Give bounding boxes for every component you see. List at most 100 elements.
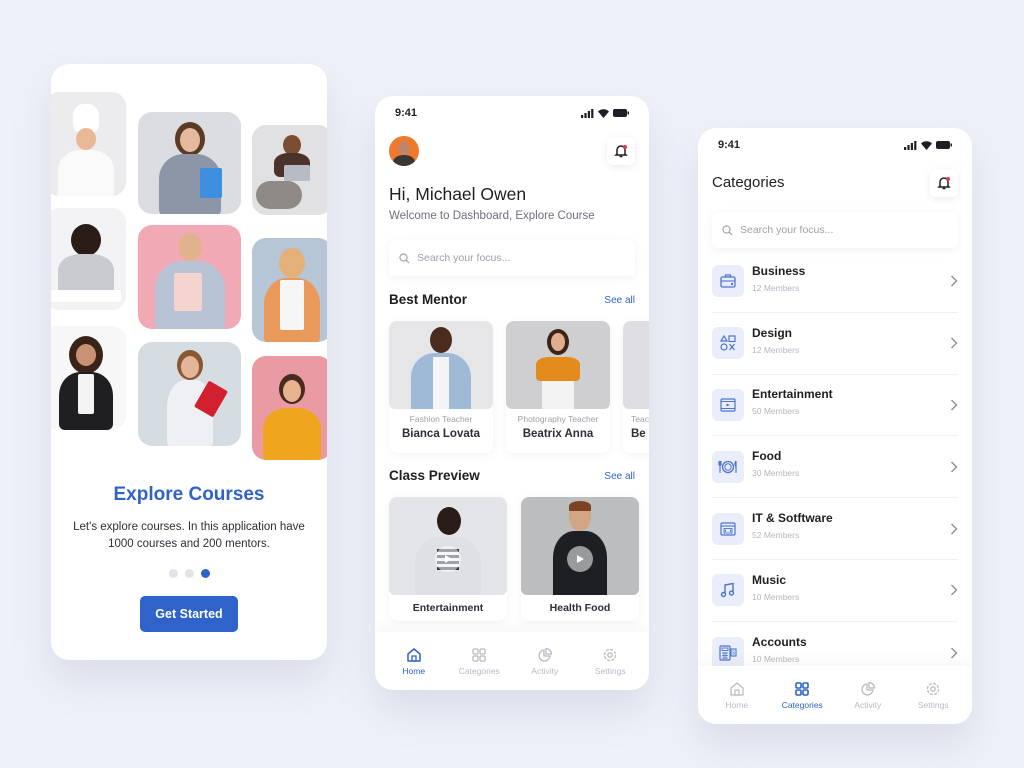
category-item-entertainment[interactable]: Entertainment 50 Members (712, 375, 958, 437)
svg-text:$: $ (732, 650, 735, 656)
search-icon (399, 252, 410, 263)
mentor-card[interactable]: Photography Teacher Beatrix Anna (506, 321, 610, 453)
home-icon (730, 681, 744, 696)
notification-button[interactable] (930, 169, 958, 197)
tab-categories[interactable]: Categories (772, 681, 832, 710)
pagination-dots (51, 569, 327, 578)
pie-chart-icon (538, 647, 552, 662)
bell-icon (614, 145, 628, 158)
play-button[interactable] (435, 546, 461, 572)
search-field[interactable] (389, 240, 635, 276)
tab-categories-label: Categories (458, 665, 500, 676)
signal-icon (581, 108, 594, 118)
mentor-name: Beatrix Anna (522, 428, 594, 440)
tab-settings[interactable]: Settings (903, 681, 963, 710)
photo-tile-woman-headphones (252, 356, 327, 460)
category-item-business[interactable]: Business 12 Members (712, 251, 958, 313)
category-item-food[interactable]: Food 30 Members (712, 436, 958, 499)
photo-tile-chef (51, 92, 126, 196)
tab-home-label: Home (402, 665, 426, 676)
category-member-count: 52 Members (752, 530, 800, 541)
class-card[interactable]: Entertainment (389, 497, 507, 621)
bottom-tab-bar: Home Categories Activity Settings (375, 632, 649, 690)
plate-cutlery-icon (712, 450, 744, 483)
tab-categories[interactable]: Categories (449, 647, 509, 676)
shapes-icon (712, 327, 744, 360)
photo-tile-woman-pink (138, 225, 241, 329)
notification-button[interactable] (607, 137, 635, 165)
code-window-icon (712, 512, 744, 545)
category-member-count: 12 Members (752, 344, 800, 355)
category-member-count: 12 Members (752, 282, 800, 293)
battery-icon (613, 109, 629, 117)
photo-tile-woman-red-folder (138, 342, 241, 446)
class-card[interactable]: Health Food (521, 497, 639, 621)
signal-icon (904, 140, 917, 150)
best-mentor-see-all-link[interactable]: See all (604, 295, 635, 306)
greeting-subtitle: Welcome to Dashboard, Explore Course (389, 210, 595, 222)
mentor-name: Be (631, 428, 646, 440)
bell-icon (937, 177, 951, 190)
bottom-tab-bar: Home Categories Activity Settings (698, 666, 972, 724)
category-member-count: 10 Members (752, 591, 800, 602)
photo-tile-woman-phone (252, 238, 327, 342)
class-label: Health Food (549, 602, 611, 614)
tab-home-label: Home (725, 699, 749, 710)
pagination-dot-active[interactable] (200, 569, 210, 578)
play-button[interactable] (567, 546, 593, 572)
mentor-role: Fashion Teacher (409, 414, 473, 424)
wifi-icon (921, 140, 932, 150)
category-name: Food (752, 449, 782, 464)
tab-activity[interactable]: Activity (515, 647, 575, 676)
greeting-heading: Hi, Michael Owen (389, 184, 527, 204)
user-avatar[interactable] (389, 136, 419, 166)
category-item-it-software[interactable]: IT & Sotftware 52 Members (712, 498, 958, 560)
search-field[interactable] (712, 212, 958, 248)
mentor-photo (506, 321, 610, 409)
mentor-card[interactable]: Fashion Teacher Bianca Lovata (389, 321, 493, 453)
category-item-design[interactable]: Design 12 Members (712, 313, 958, 375)
page-title: Categories (712, 174, 785, 191)
chevron-right-icon (951, 337, 958, 349)
mentor-role: Teacher (631, 414, 649, 424)
mentor-name: Bianca Lovata (402, 428, 480, 440)
tab-home[interactable]: Home (384, 647, 444, 676)
tab-home[interactable]: Home (707, 681, 767, 710)
pie-chart-icon (861, 681, 875, 696)
grid-icon (795, 681, 810, 696)
status-time: 9:41 (718, 139, 741, 151)
chevron-right-icon (951, 523, 958, 535)
category-item-music[interactable]: Music 10 Members (712, 560, 958, 622)
tab-settings[interactable]: Settings (580, 647, 640, 676)
class-preview-see-all-link[interactable]: See all (604, 471, 635, 482)
photo-tile-woman-arms-crossed (51, 326, 126, 430)
tab-activity-label: Activity (854, 699, 882, 710)
gear-icon (604, 648, 617, 661)
get-started-button[interactable]: Get Started (140, 596, 238, 632)
film-icon (712, 388, 744, 421)
onboarding-description: Let's explore courses. In this applicati… (73, 521, 305, 550)
category-name: Design (752, 325, 793, 340)
pagination-dot[interactable] (184, 569, 194, 578)
class-label: Entertainment (412, 602, 484, 614)
category-name: Accounts (752, 635, 807, 650)
tab-activity[interactable]: Activity (838, 681, 898, 710)
photo-tile-woman-writing (51, 208, 126, 310)
category-list: Business 12 Members Design 12 Members En… (712, 251, 958, 684)
chevron-right-icon (951, 461, 958, 473)
grid-icon (472, 647, 486, 662)
play-icon (445, 555, 452, 563)
search-input[interactable] (417, 252, 597, 264)
play-icon (577, 555, 584, 563)
best-mentor-heading: Best Mentor (389, 292, 468, 307)
photo-tile-woman-laptop (252, 125, 327, 215)
category-name: IT & Sotftware (752, 511, 833, 526)
pagination-dot[interactable] (168, 569, 178, 578)
chevron-right-icon (951, 584, 958, 596)
mentor-card[interactable]: Teacher Be (623, 321, 649, 453)
chevron-right-icon (951, 275, 958, 287)
search-input[interactable] (740, 224, 920, 236)
mentor-role: Photography Teacher (517, 414, 599, 424)
tab-activity-label: Activity (531, 665, 559, 676)
mentor-photo (623, 321, 649, 409)
